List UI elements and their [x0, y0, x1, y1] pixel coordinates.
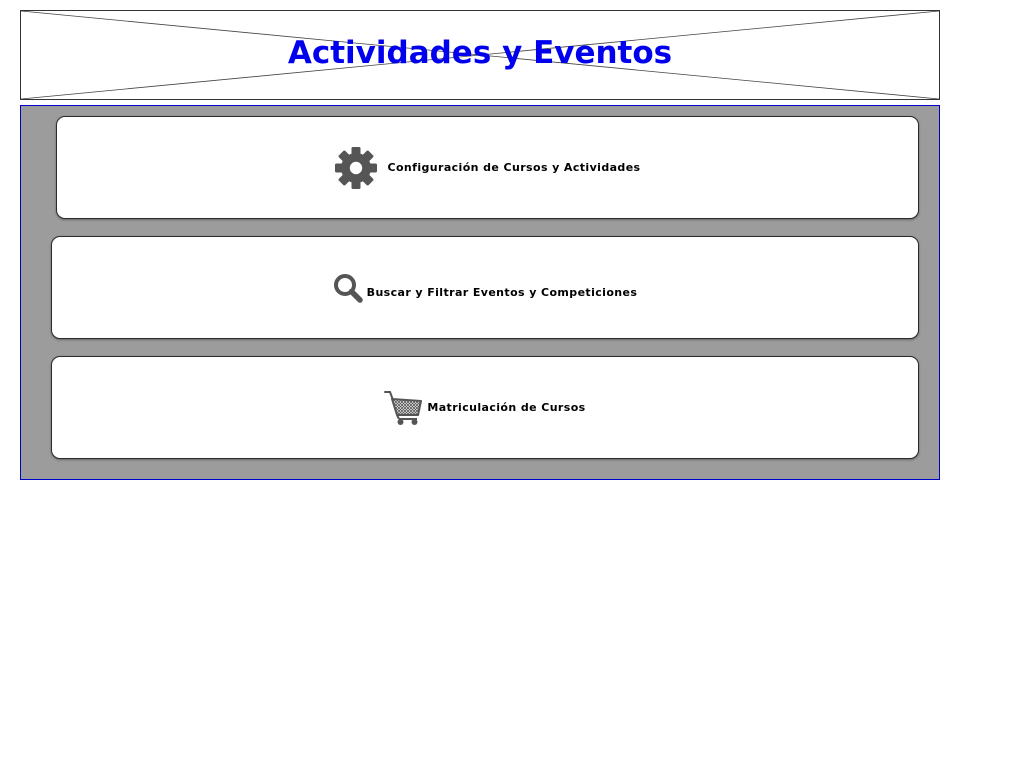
configure-courses-label: Configuración de Cursos y Actividades [387, 161, 641, 174]
header-banner: Actividades y Eventos [20, 10, 940, 100]
shopping-cart-icon [384, 390, 423, 426]
search-events-label: Buscar y Filtrar Eventos y Competiciones [366, 286, 638, 299]
gear-icon [334, 146, 378, 190]
course-enrollment-button[interactable]: Matriculación de Cursos [51, 356, 919, 459]
configure-courses-button[interactable]: Configuración de Cursos y Actividades [56, 116, 919, 219]
course-enrollment-label: Matriculación de Cursos [427, 401, 586, 414]
search-icon [333, 273, 363, 303]
menu-panel: Configuración de Cursos y Actividades Bu… [20, 105, 940, 480]
page-title: Actividades y Eventos [287, 35, 673, 71]
configure-courses-content: Configuración de Cursos y Actividades [334, 146, 640, 190]
course-enrollment-content: Matriculación de Cursos [384, 390, 585, 426]
search-events-button[interactable]: Buscar y Filtrar Eventos y Competiciones [51, 236, 919, 339]
search-events-content: Buscar y Filtrar Eventos y Competiciones [333, 273, 638, 303]
